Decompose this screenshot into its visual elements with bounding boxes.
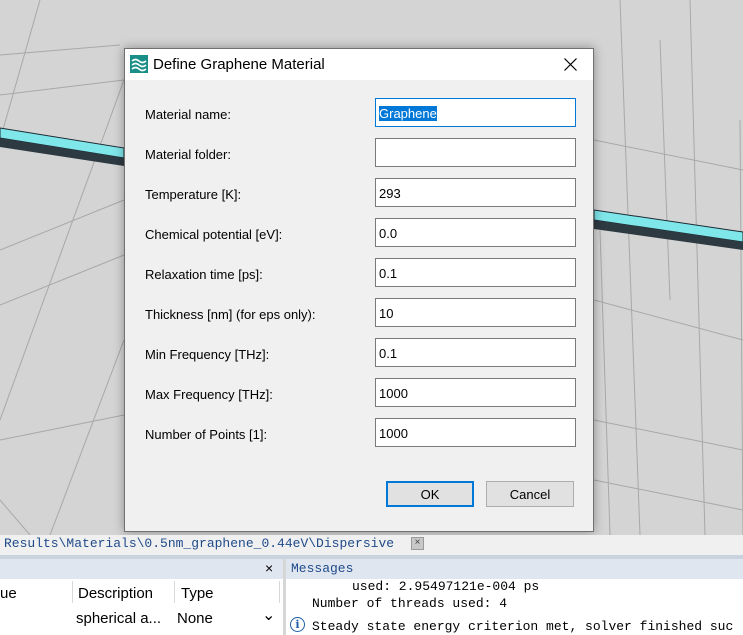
message-line: Number of threads used: 4	[312, 596, 508, 611]
row-chemical-potential: Chemical potential [eV]:	[125, 218, 593, 248]
message-line: used: 2.95497121e-004 ps	[352, 579, 540, 594]
min-frequency-input[interactable]	[375, 338, 576, 367]
material-name-input[interactable]	[375, 98, 576, 127]
result-path: Results\Materials\0.5nm_graphene_0.44eV\…	[4, 536, 395, 551]
close-icon	[564, 58, 577, 71]
temperature-label: Temperature [K]:	[145, 187, 242, 202]
row-relaxation-time: Relaxation time [ps]:	[125, 258, 593, 288]
dialog-titlebar[interactable]: Define Graphene Material	[125, 49, 593, 80]
chemical-potential-label: Chemical potential [eV]:	[145, 227, 283, 242]
row-type[interactable]: None	[177, 610, 213, 627]
thickness-label: Thickness [nm] (for eps only):	[145, 307, 316, 322]
row-max-frequency: Max Frequency [THz]:	[125, 378, 593, 408]
app-icon	[130, 55, 148, 73]
max-frequency-label: Max Frequency [THz]:	[145, 387, 273, 402]
dialog-close-button[interactable]	[549, 49, 593, 80]
parameter-list: ue Description Type spherical a... None …	[0, 579, 283, 635]
row-min-frequency: Min Frequency [THz]:	[125, 338, 593, 368]
messages-title: Messages	[291, 561, 354, 576]
messages-panel-header: Messages	[286, 559, 743, 579]
number-of-points-label: Number of Points [1]:	[145, 427, 268, 442]
define-graphene-material-dialog: Define Graphene Material Material name: …	[124, 48, 594, 532]
column-divider[interactable]	[72, 581, 73, 603]
max-frequency-input[interactable]	[375, 378, 576, 407]
column-divider[interactable]	[174, 581, 175, 603]
material-folder-label: Material folder:	[145, 147, 231, 162]
close-icon[interactable]: ×	[411, 537, 424, 550]
column-header-value[interactable]: ue	[0, 585, 17, 602]
parameter-panel-header: ×	[0, 559, 283, 579]
min-frequency-label: Min Frequency [THz]:	[145, 347, 270, 362]
messages-list: used: 2.95497121e-004 ps Number of threa…	[286, 579, 743, 635]
row-number-of-points: Number of Points [1]:	[125, 418, 593, 448]
row-description[interactable]: spherical a...	[76, 610, 161, 627]
ok-button[interactable]: OK	[386, 481, 474, 507]
column-divider	[279, 581, 280, 603]
relaxation-time-label: Relaxation time [ps]:	[145, 267, 263, 282]
cancel-button[interactable]: Cancel	[486, 481, 574, 507]
result-path-bar: Results\Materials\0.5nm_graphene_0.44eV\…	[0, 535, 743, 555]
temperature-input[interactable]	[375, 178, 576, 207]
chevron-down-icon[interactable]: ⌄	[262, 605, 275, 625]
row-temperature: Temperature [K]:	[125, 178, 593, 208]
material-folder-input[interactable]	[375, 138, 576, 167]
material-name-label: Material name:	[145, 107, 231, 122]
column-header-type[interactable]: Type	[181, 585, 214, 602]
info-icon: i	[290, 617, 305, 632]
number-of-points-input[interactable]	[375, 418, 576, 447]
row-material-folder: Material folder:	[125, 138, 593, 168]
close-icon[interactable]: ×	[265, 560, 273, 576]
chemical-potential-input[interactable]	[375, 218, 576, 247]
row-material-name: Material name:	[125, 98, 593, 128]
message-line: Steady state energy criterion met, solve…	[312, 619, 734, 634]
thickness-input[interactable]	[375, 298, 576, 327]
column-header-description[interactable]: Description	[78, 585, 153, 602]
relaxation-time-input[interactable]	[375, 258, 576, 287]
row-thickness: Thickness [nm] (for eps only):	[125, 298, 593, 328]
dialog-title: Define Graphene Material	[153, 56, 325, 73]
